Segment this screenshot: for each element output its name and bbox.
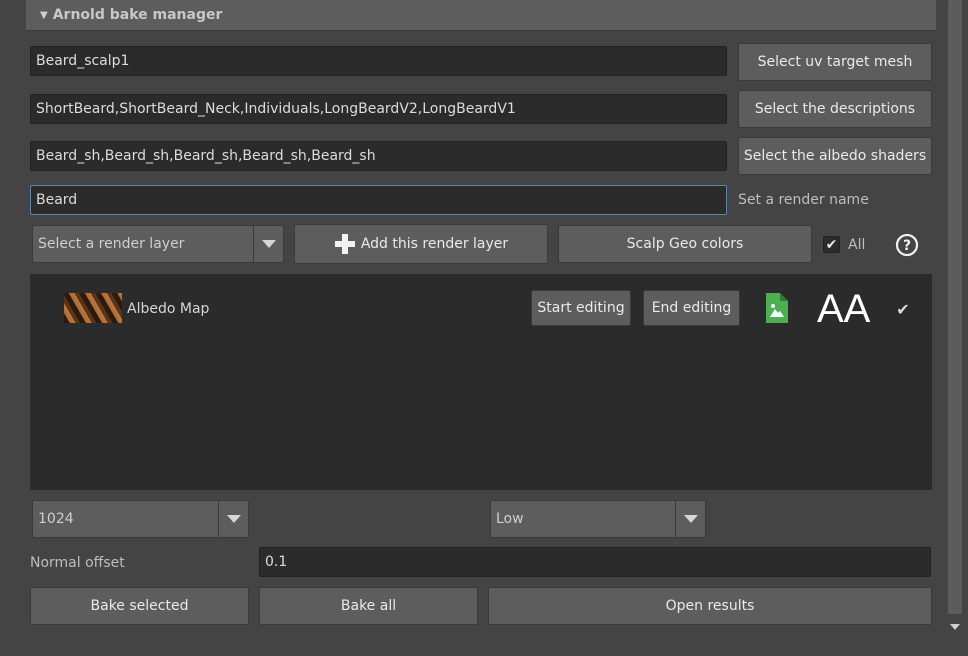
resolution-value: 1024 [38,511,74,527]
select-descriptions-button[interactable]: Select the descriptions [738,90,932,128]
render-name-field[interactable]: Beard [30,185,727,215]
descriptions-field[interactable]: ShortBeard,ShortBeard_Neck,Individuals,L… [30,94,727,124]
normal-offset-label: Normal offset [30,555,125,571]
quality-select[interactable]: Low [490,500,706,538]
chevron-down-icon[interactable] [253,226,283,262]
albedo-shaders-field[interactable]: Beard_sh,Beard_sh,Beard_sh,Beard_sh,Bear… [30,141,727,171]
albedo-thumbnail [64,293,122,323]
scroll-down-arrow-icon[interactable] [946,620,964,634]
list-item[interactable]: Albedo Map Start editing End editing AA … [30,286,932,332]
uv-target-field[interactable]: Beard_scalp1 [30,46,727,76]
checkmark-icon: ✔ [825,236,838,253]
panel-title: Arnold bake manager [52,7,223,23]
file-image-icon[interactable] [764,293,788,323]
all-label: All [848,237,866,253]
panel-header[interactable]: ▼ Arnold bake manager [26,0,936,31]
scrollbar-thumb[interactable] [948,0,962,614]
render-name-label: Set a render name [738,192,869,208]
plus-icon [334,234,355,254]
quality-value: Low [496,511,524,527]
collapse-triangle-icon[interactable]: ▼ [40,10,48,21]
normal-offset-field[interactable]: 0.1 [259,547,931,577]
scalp-geo-colors-button[interactable]: Scalp Geo colors [558,225,812,263]
select-uv-target-button[interactable]: Select uv target mesh [738,43,932,81]
anti-aliasing-label[interactable]: AA [817,286,870,332]
end-editing-button[interactable]: End editing [643,290,740,326]
help-icon[interactable]: ? [895,233,919,257]
select-albedo-shaders-button[interactable]: Select the albedo shaders [738,137,932,175]
bake-all-button[interactable]: Bake all [259,587,478,625]
layer-checkmark-icon[interactable]: ✔ [894,300,912,319]
resolution-select[interactable]: 1024 [32,500,249,538]
add-render-layer-button[interactable]: Add this render layer [294,224,548,264]
svg-text:?: ? [903,238,911,254]
add-render-layer-label: Add this render layer [360,236,509,252]
all-checkbox[interactable]: ✔ [823,236,840,253]
chevron-down-icon[interactable] [675,501,705,537]
render-layer-select[interactable]: Select a render layer [32,225,284,263]
chevron-down-icon[interactable] [218,501,248,537]
layer-name: Albedo Map [127,301,210,317]
render-layer-select-text: Select a render layer [38,236,185,252]
start-editing-button[interactable]: Start editing [531,290,631,326]
bake-selected-button[interactable]: Bake selected [30,587,249,625]
open-results-button[interactable]: Open results [488,587,932,625]
